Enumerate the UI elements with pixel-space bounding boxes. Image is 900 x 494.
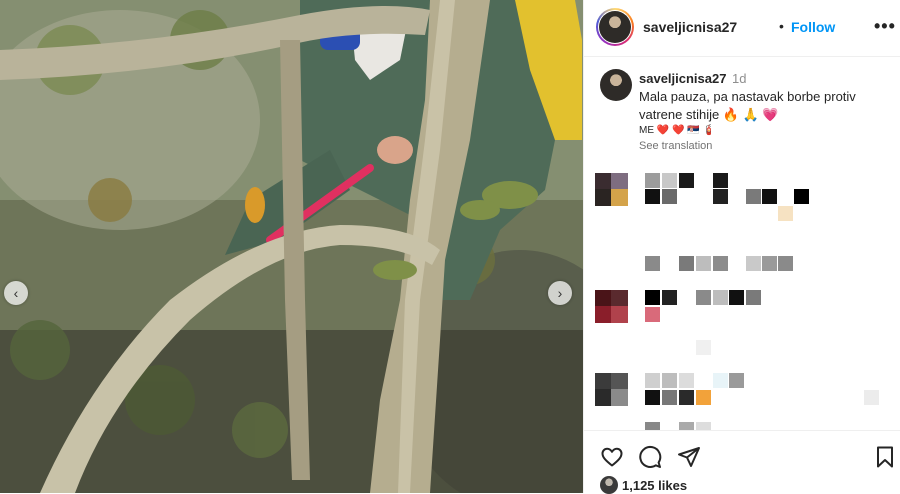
comment-icon[interactable] [638,445,662,469]
caption-emoji-line: ME ❤️ ❤️ 🇷🇸 🧯 [639,125,715,136]
avatar [599,11,631,43]
likes-count[interactable]: 1,125 likes [622,478,687,493]
heart-icon[interactable] [600,445,624,469]
caption-avatar[interactable] [600,69,632,101]
liker-avatar [600,476,618,494]
caption-username[interactable]: saveljicnisa27 [639,71,726,86]
next-media-button[interactable]: › [548,281,572,305]
story-ring-avatar[interactable] [596,8,634,46]
pixelated-avatar [595,373,628,406]
post-header: saveljicnisa27 • Follow ••• [584,0,900,57]
previous-media-button[interactable]: ‹ [4,281,28,305]
post-media[interactable]: ‹ › [0,0,583,493]
header-username[interactable]: saveljicnisa27 [643,19,737,35]
forest-photo [0,0,583,493]
separator-dot: • [779,18,784,34]
more-options-icon[interactable]: ••• [874,16,896,37]
follow-button[interactable]: Follow [791,19,835,35]
share-icon[interactable] [677,445,701,469]
caption-text: Mala pauza, pa nastavak borbe protiv vat… [639,89,856,122]
bookmark-icon[interactable] [873,445,897,469]
pixelated-avatar [595,173,628,206]
see-translation-link[interactable]: See translation [639,140,712,152]
chevron-right-icon: › [557,285,563,301]
caption-timestamp[interactable]: 1d [732,71,746,86]
pixelated-avatar [595,290,628,323]
chevron-left-icon: ‹ [13,285,19,301]
post-sidebar: saveljicnisa27 • Follow ••• saveljicnisa… [583,0,900,494]
